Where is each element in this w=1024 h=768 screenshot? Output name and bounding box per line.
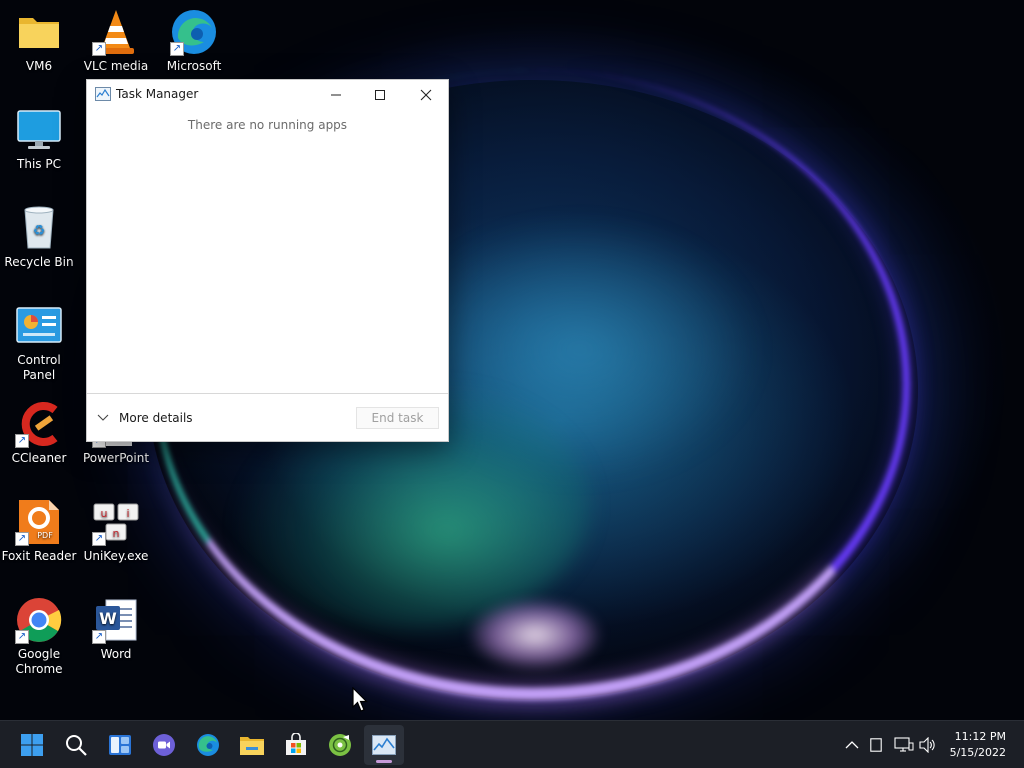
edge-button[interactable] xyxy=(188,725,228,765)
desktop-icon-label: PowerPoint xyxy=(82,451,150,465)
search-icon xyxy=(66,735,87,756)
recycle-bin-icon: ♻ xyxy=(15,204,63,252)
widgets-button[interactable] xyxy=(100,725,140,765)
desktop-icon-recycle-bin[interactable]: ♻ Recycle Bin xyxy=(0,204,78,270)
svg-text:n: n xyxy=(113,527,120,540)
desktop-icon-vlc[interactable]: ↗ VLC media xyxy=(77,8,155,74)
vlc-icon: ↗ xyxy=(92,8,140,56)
system-clock[interactable]: 11:12 PM 5/15/2022 xyxy=(950,729,1006,761)
task-manager-icon xyxy=(95,87,111,101)
taskbar: 11:12 PM 5/15/2022 xyxy=(0,720,1024,768)
desktop-icon-this-pc[interactable]: This PC xyxy=(0,106,78,172)
teams-chat-icon xyxy=(153,734,175,756)
mouse-pointer-icon xyxy=(352,687,368,712)
wallpaper-core-glow xyxy=(470,600,600,670)
start-button[interactable] xyxy=(12,725,52,765)
volume-button[interactable] xyxy=(916,733,940,757)
shortcut-arrow-icon: ↗ xyxy=(15,434,29,448)
desktop-icon-unikey[interactable]: u i n ↗ UniKey.exe xyxy=(77,498,155,564)
svg-text:PDF: PDF xyxy=(37,531,53,540)
desktop-icon-label: VLC media xyxy=(83,59,149,73)
monitor-icon xyxy=(15,106,63,154)
clock-date: 5/15/2022 xyxy=(949,746,1006,759)
desktop-icon-word[interactable]: W ↗ Word xyxy=(77,596,155,662)
folder-icon xyxy=(15,8,63,56)
desktop-icon-label: VM6 xyxy=(25,59,53,73)
close-icon xyxy=(420,89,432,101)
svg-text:W: W xyxy=(99,609,117,628)
more-details-toggle[interactable]: More details xyxy=(97,409,193,427)
clock-time: 11:12 PM xyxy=(954,730,1006,743)
tablet-mode-button[interactable] xyxy=(864,733,888,757)
edge-icon: ↗ xyxy=(170,8,218,56)
ccleaner-icon: ↗ xyxy=(15,400,63,448)
desktop-icon-vm6[interactable]: VM6 xyxy=(0,8,78,74)
desktop-icon-label: Microsoft xyxy=(166,59,222,73)
svg-text:u: u xyxy=(101,507,108,520)
volume-icon xyxy=(919,737,935,753)
chevron-up-icon xyxy=(845,741,859,749)
close-button[interactable] xyxy=(403,80,449,110)
desktop-icon-control-panel[interactable]: Control Panel xyxy=(0,302,78,383)
shortcut-arrow-icon: ↗ xyxy=(15,532,29,546)
task-manager-window[interactable]: Task Manager There are no running apps M… xyxy=(86,79,449,442)
desktop-icon-label: Foxit Reader xyxy=(1,549,77,563)
empty-state-message: There are no running apps xyxy=(187,118,348,132)
store-icon xyxy=(286,733,306,755)
title-bar[interactable]: Task Manager xyxy=(87,80,448,110)
unikey-icon: u i n ↗ xyxy=(92,498,140,546)
minimize-icon xyxy=(331,94,341,96)
store-button[interactable] xyxy=(276,725,316,765)
more-details-label: More details xyxy=(119,411,193,425)
desktop-icon-label: Word xyxy=(100,647,132,661)
svg-text:♻: ♻ xyxy=(33,223,46,239)
show-hidden-icons-button[interactable] xyxy=(840,733,864,757)
file-explorer-button[interactable] xyxy=(232,725,272,765)
task-manager-taskbar-button[interactable] xyxy=(364,725,404,765)
tablet-icon xyxy=(870,738,882,752)
media-disc-icon xyxy=(329,734,351,756)
foxit-reader-icon: PDF ↗ xyxy=(15,498,63,546)
task-manager-footer: More details End task xyxy=(87,393,448,441)
active-indicator xyxy=(376,760,392,763)
chat-button[interactable] xyxy=(144,725,184,765)
widgets-icon xyxy=(109,735,131,755)
shortcut-arrow-icon: ↗ xyxy=(92,630,106,644)
minimize-button[interactable] xyxy=(313,80,359,110)
search-button[interactable] xyxy=(56,725,96,765)
desktop-icon-google-chrome[interactable]: ↗ Google Chrome xyxy=(0,596,78,677)
desktop-icon-label: Control Panel xyxy=(17,353,61,382)
folder-icon xyxy=(240,737,264,755)
windows-start-icon xyxy=(21,734,43,756)
network-icon xyxy=(894,737,914,752)
chevron-down-icon xyxy=(97,414,109,421)
desktop-icon-label: This PC xyxy=(17,157,61,171)
desktop-icon-label: CCleaner xyxy=(11,451,67,465)
edge-icon xyxy=(197,734,219,756)
window-title: Task Manager xyxy=(116,87,199,101)
svg-text:i: i xyxy=(126,507,129,520)
desktop-icon-label: Google Chrome xyxy=(15,647,63,676)
maximize-icon xyxy=(375,90,385,100)
desktop-icon-ccleaner[interactable]: ↗ CCleaner xyxy=(0,400,78,466)
desktop-icon-label: Recycle Bin xyxy=(4,255,74,269)
maximize-button[interactable] xyxy=(357,80,403,110)
shortcut-arrow-icon: ↗ xyxy=(170,42,184,56)
end-task-button[interactable]: End task xyxy=(356,407,439,429)
shortcut-arrow-icon: ↗ xyxy=(15,630,29,644)
shortcut-arrow-icon: ↗ xyxy=(92,532,106,546)
task-manager-icon xyxy=(372,735,396,755)
desktop-icon-foxit-reader[interactable]: PDF ↗ Foxit Reader xyxy=(0,498,78,564)
desktop-icon-edge[interactable]: ↗ Microsoft xyxy=(155,8,233,74)
desktop-icon-label: UniKey.exe xyxy=(83,549,149,563)
shortcut-arrow-icon: ↗ xyxy=(92,42,106,56)
chrome-icon: ↗ xyxy=(15,596,63,644)
word-icon: W ↗ xyxy=(92,596,140,644)
control-panel-icon xyxy=(15,302,63,350)
media-app-button[interactable] xyxy=(320,725,360,765)
network-button[interactable] xyxy=(892,733,916,757)
